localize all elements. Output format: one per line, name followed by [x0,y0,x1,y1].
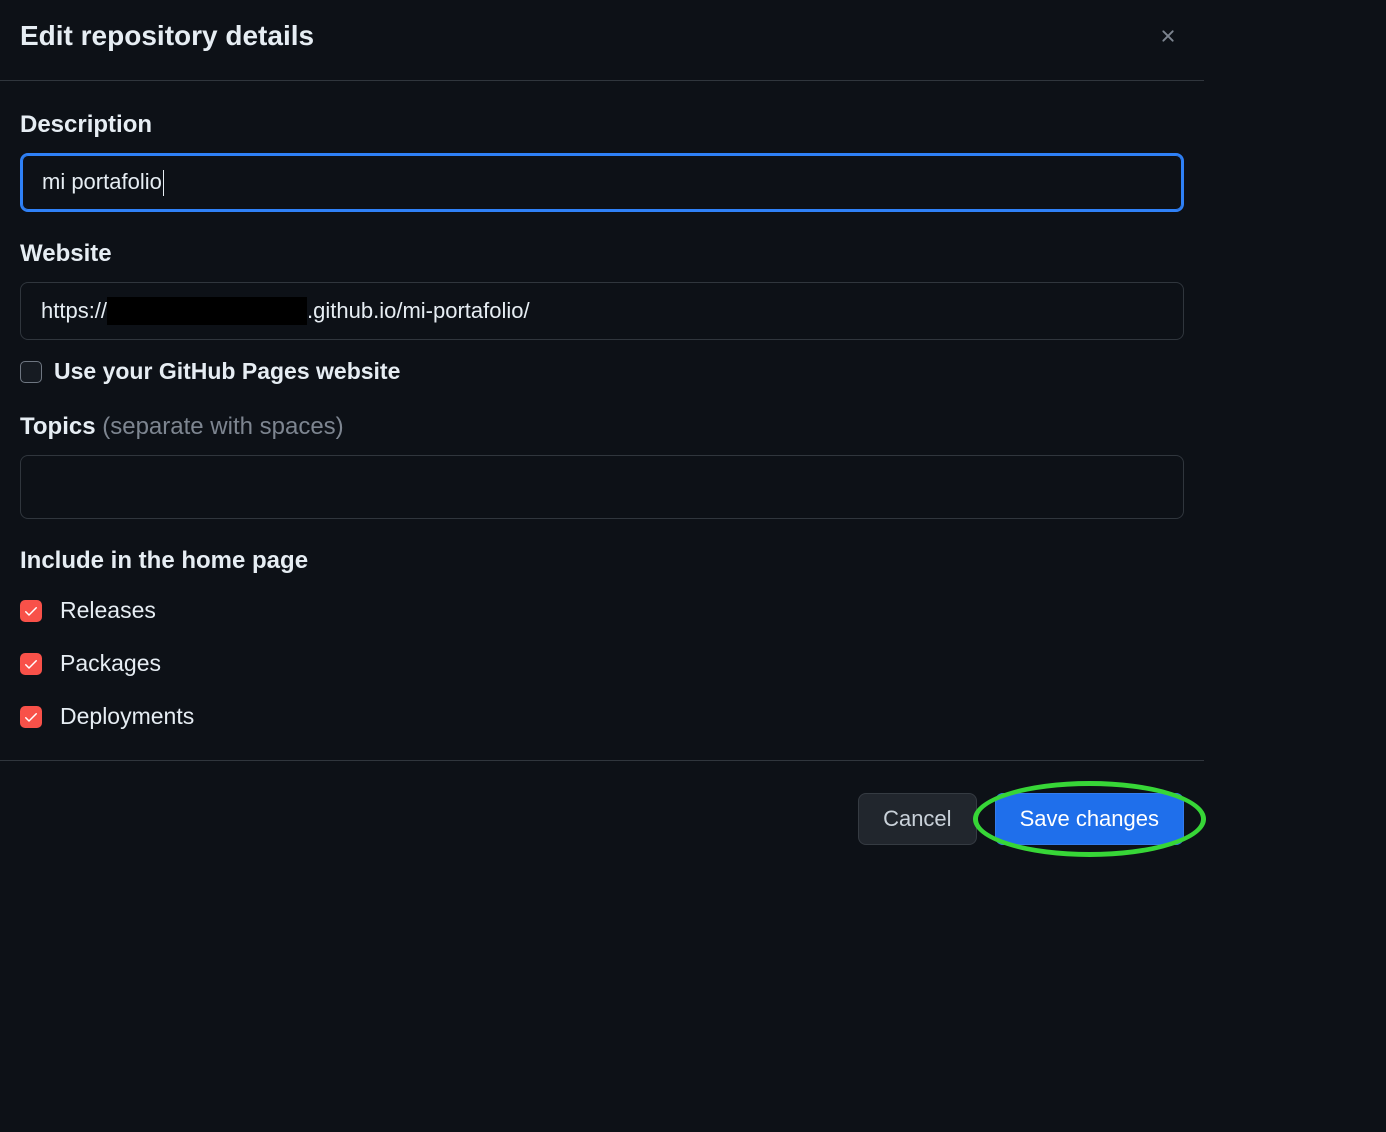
website-value-prefix: https:// [41,298,107,324]
topics-label-text: Topics [20,413,102,440]
include-section: Include in the home page Releases Packag… [20,547,1184,730]
close-button[interactable] [1152,20,1184,52]
website-input[interactable]: https:// .github.io/mi-portafolio/ [20,282,1184,340]
use-github-pages-row: Use your GitHub Pages website [20,358,1184,385]
description-field-group: Description mi portafolio [20,111,1184,212]
website-field-group: Website https:// .github.io/mi-portafolio… [20,240,1184,385]
deployments-checkbox[interactable] [20,706,42,728]
modal-footer: Cancel Save changes [0,760,1204,867]
topics-label: Topics (separate with spaces) [20,413,1184,441]
modal-title: Edit repository details [20,20,314,52]
description-input[interactable]: mi portafolio [20,153,1184,212]
check-icon [23,603,39,619]
use-github-pages-checkbox[interactable] [20,361,42,383]
website-value-suffix: .github.io/mi-portafolio/ [307,298,530,324]
website-label: Website [20,240,1184,268]
redacted-username [107,297,307,325]
edit-repository-details-modal: Edit repository details Description mi p… [0,0,1204,867]
packages-label: Packages [60,650,161,677]
description-label: Description [20,111,1184,139]
include-row-releases: Releases [20,597,1184,624]
topics-input[interactable] [20,455,1184,519]
releases-checkbox[interactable] [20,600,42,622]
text-cursor [163,170,164,196]
description-value: mi portafolio [42,169,162,194]
topics-field-group: Topics (separate with spaces) [20,413,1184,519]
topics-hint: (separate with spaces) [102,413,343,440]
cancel-button[interactable]: Cancel [858,793,976,845]
packages-checkbox[interactable] [20,653,42,675]
include-heading: Include in the home page [20,547,1184,575]
modal-body: Description mi portafolio Website https:… [0,81,1204,760]
include-list: Releases Packages Deployments [20,597,1184,730]
include-row-deployments: Deployments [20,703,1184,730]
save-highlight-annotation: Save changes [995,793,1184,845]
include-row-packages: Packages [20,650,1184,677]
check-icon [23,656,39,672]
check-icon [23,709,39,725]
releases-label: Releases [60,597,156,624]
use-github-pages-label: Use your GitHub Pages website [54,358,400,385]
deployments-label: Deployments [60,703,194,730]
save-changes-button[interactable]: Save changes [995,793,1184,845]
close-icon [1158,25,1178,47]
modal-header: Edit repository details [0,0,1204,81]
